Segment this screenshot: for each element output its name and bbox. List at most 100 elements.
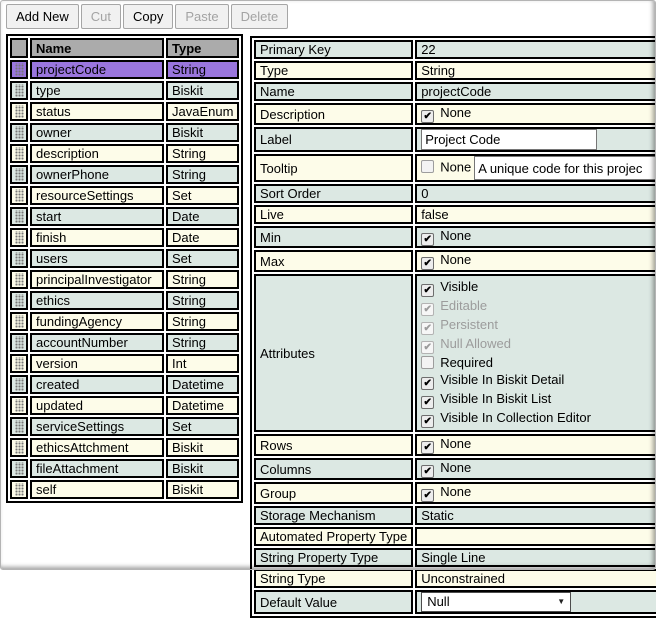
field-type-cell[interactable]: Biskit bbox=[166, 459, 239, 478]
field-type-cell[interactable]: String bbox=[166, 270, 239, 289]
prop-row-max: MaxNone bbox=[254, 250, 656, 272]
field-type-cell[interactable]: Date bbox=[166, 207, 239, 226]
field-type-cell[interactable]: String bbox=[166, 291, 239, 310]
prop-value: None bbox=[415, 482, 656, 504]
attribute-checkbox[interactable] bbox=[421, 356, 434, 369]
tooltip-input[interactable] bbox=[474, 156, 656, 180]
field-type-cell[interactable]: String bbox=[166, 144, 239, 163]
drag-handle-icon bbox=[15, 420, 24, 433]
field-type-cell[interactable]: Set bbox=[166, 186, 239, 205]
drag-handle-cell[interactable] bbox=[10, 354, 28, 373]
field-type-cell[interactable]: Int bbox=[166, 354, 239, 373]
prop-row-rows: RowsNone bbox=[254, 434, 656, 456]
drag-handle-cell[interactable] bbox=[10, 228, 28, 247]
drag-handle-cell[interactable] bbox=[10, 333, 28, 352]
drag-handle-cell[interactable] bbox=[10, 396, 28, 415]
field-type-cell[interactable]: Biskit bbox=[166, 438, 239, 457]
field-name-cell[interactable]: self bbox=[30, 480, 164, 499]
drag-handle-cell[interactable] bbox=[10, 480, 28, 499]
field-type-cell[interactable]: String bbox=[166, 333, 239, 352]
toolbar-button-copy[interactable]: Copy bbox=[123, 4, 173, 29]
drag-handle-cell[interactable] bbox=[10, 438, 28, 457]
toolbar-button-add-new[interactable]: Add New bbox=[6, 4, 79, 29]
field-name-cell[interactable]: ownerPhone bbox=[30, 165, 164, 184]
drag-handle-cell[interactable] bbox=[10, 165, 28, 184]
field-name-cell[interactable]: projectCode bbox=[30, 60, 164, 79]
attribute-label: Visible In Biskit Detail bbox=[440, 372, 564, 387]
field-row-projectcode: projectCodeString bbox=[10, 60, 239, 79]
field-name-cell[interactable]: resourceSettings bbox=[30, 186, 164, 205]
field-name-cell[interactable]: owner bbox=[30, 123, 164, 142]
drag-handle-icon bbox=[15, 105, 24, 118]
field-type-cell[interactable]: Set bbox=[166, 417, 239, 436]
field-name-cell[interactable]: accountNumber bbox=[30, 333, 164, 352]
drag-handle-cell[interactable] bbox=[10, 123, 28, 142]
field-type-cell[interactable]: Biskit bbox=[166, 123, 239, 142]
dropdown-arrow-icon: ▼ bbox=[557, 595, 565, 609]
field-name-cell[interactable]: status bbox=[30, 102, 164, 121]
field-type-cell[interactable]: String bbox=[166, 60, 239, 79]
field-name-cell[interactable]: finish bbox=[30, 228, 164, 247]
field-name-cell[interactable]: ethics bbox=[30, 291, 164, 310]
attribute-option-persistent: Persistent bbox=[421, 316, 656, 335]
none-checkbox[interactable] bbox=[421, 489, 434, 502]
attribute-checkbox[interactable] bbox=[421, 284, 434, 297]
drag-handle-cell[interactable] bbox=[10, 60, 28, 79]
field-type-cell[interactable]: String bbox=[166, 165, 239, 184]
drag-handle-cell[interactable] bbox=[10, 186, 28, 205]
attribute-option-visible: Visible bbox=[421, 278, 656, 297]
name-column-header: Name bbox=[30, 38, 164, 58]
attribute-checkbox[interactable] bbox=[421, 396, 434, 409]
field-name-cell[interactable]: start bbox=[30, 207, 164, 226]
field-name-cell[interactable]: principalInvestigator bbox=[30, 270, 164, 289]
field-type-cell[interactable]: JavaEnum bbox=[166, 102, 239, 121]
prop-label: Label bbox=[254, 127, 413, 152]
drag-handle-cell[interactable] bbox=[10, 291, 28, 310]
drag-handle-cell[interactable] bbox=[10, 375, 28, 394]
drag-handle-cell[interactable] bbox=[10, 417, 28, 436]
field-name-cell[interactable]: type bbox=[30, 81, 164, 100]
field-name-cell[interactable]: fileAttachment bbox=[30, 459, 164, 478]
field-name-cell[interactable]: fundingAgency bbox=[30, 312, 164, 331]
checkbox-label: None bbox=[440, 252, 471, 267]
none-checkbox[interactable] bbox=[421, 441, 434, 454]
none-checkbox[interactable] bbox=[421, 160, 434, 173]
field-name-cell[interactable]: version bbox=[30, 354, 164, 373]
none-checkbox[interactable] bbox=[421, 257, 434, 270]
prop-label: Tooltip bbox=[254, 154, 413, 182]
field-type-cell[interactable]: Datetime bbox=[166, 375, 239, 394]
field-name-cell[interactable]: created bbox=[30, 375, 164, 394]
field-name-cell[interactable]: serviceSettings bbox=[30, 417, 164, 436]
drag-handle-cell[interactable] bbox=[10, 81, 28, 100]
field-name-cell[interactable]: updated bbox=[30, 396, 164, 415]
prop-row-min: MinNone bbox=[254, 226, 656, 248]
none-checkbox[interactable] bbox=[421, 233, 434, 246]
field-name-cell[interactable]: users bbox=[30, 249, 164, 268]
field-type-cell[interactable]: String bbox=[166, 312, 239, 331]
drag-handle-cell[interactable] bbox=[10, 207, 28, 226]
label-input[interactable] bbox=[421, 129, 597, 150]
drag-handle-cell[interactable] bbox=[10, 102, 28, 121]
field-type-cell[interactable]: Datetime bbox=[166, 396, 239, 415]
drag-handle-cell[interactable] bbox=[10, 459, 28, 478]
attribute-checkbox[interactable] bbox=[421, 415, 434, 428]
field-type-cell[interactable]: Biskit bbox=[166, 81, 239, 100]
none-checkbox[interactable] bbox=[421, 110, 434, 123]
prop-row-automated-property-type: Automated Property Type bbox=[254, 527, 656, 546]
prop-row-sort-order: Sort Order0 bbox=[254, 184, 656, 203]
field-name-cell[interactable]: description bbox=[30, 144, 164, 163]
properties-panel: Primary Key22TypeStringNameprojectCodeDe… bbox=[250, 36, 656, 618]
none-checkbox[interactable] bbox=[421, 465, 434, 478]
field-name-cell[interactable]: ethicsAttchment bbox=[30, 438, 164, 457]
attribute-checkbox[interactable] bbox=[421, 377, 434, 390]
drag-handle-cell[interactable] bbox=[10, 270, 28, 289]
default-value-select[interactable]: Null▼ bbox=[421, 592, 571, 612]
drag-handle-cell[interactable] bbox=[10, 144, 28, 163]
field-type-cell[interactable]: Date bbox=[166, 228, 239, 247]
field-type-cell[interactable]: Biskit bbox=[166, 480, 239, 499]
drag-handle-cell[interactable] bbox=[10, 249, 28, 268]
attribute-label: Persistent bbox=[440, 317, 498, 332]
attribute-checkbox bbox=[421, 341, 434, 354]
drag-handle-cell[interactable] bbox=[10, 312, 28, 331]
field-type-cell[interactable]: Set bbox=[166, 249, 239, 268]
